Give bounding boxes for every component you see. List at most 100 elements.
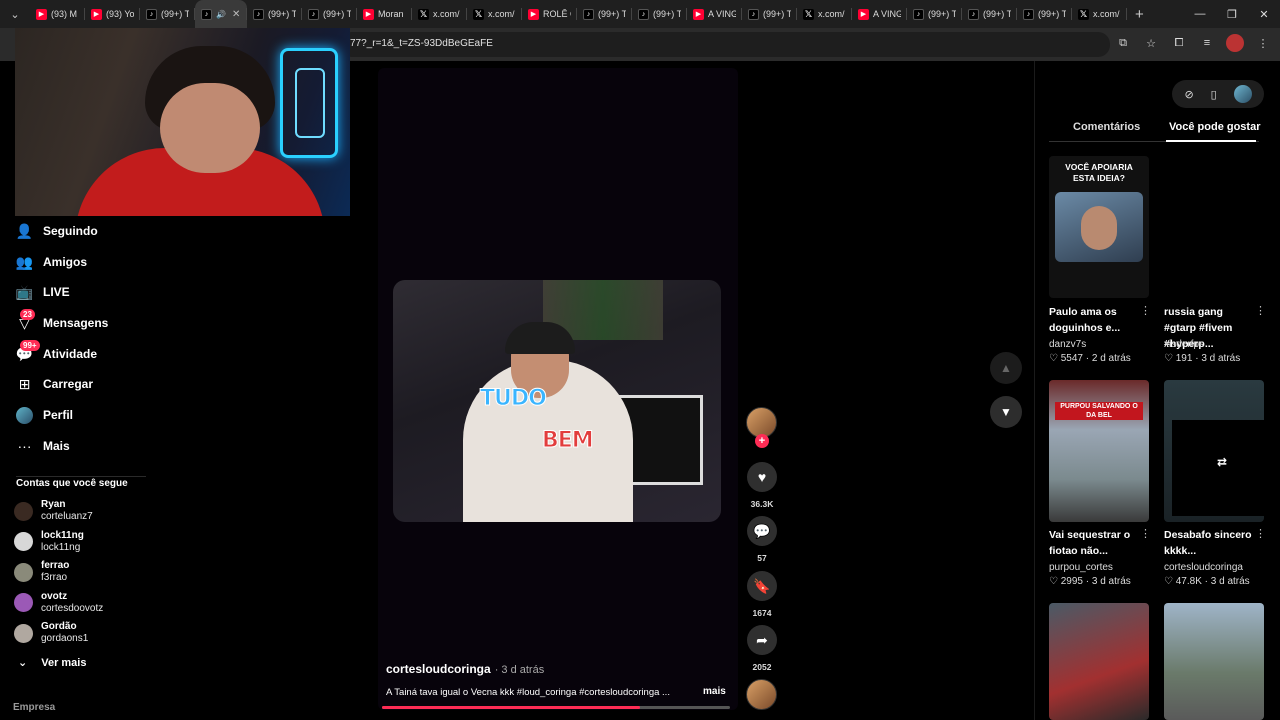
sidebar-item-seguindo[interactable]: 👤 Seguindo <box>16 220 98 242</box>
sidebar-item-atividade[interactable]: 💬 99+ Atividade <box>16 339 97 365</box>
next-video-chevron-down-icon[interactable]: ▼ <box>990 396 1022 428</box>
phone-icon[interactable]: ▯ <box>1211 88 1217 101</box>
sidebar-item-mais[interactable]: ··· Mais <box>16 435 70 457</box>
tab-recommended[interactable]: Você pode gostar <box>1169 121 1260 133</box>
comment-icon[interactable]: 💬 <box>747 516 777 546</box>
recommended-title[interactable]: Vai sequestrar o fiotao não... <box>1049 527 1139 559</box>
tiktok-favicon-icon: ♪ <box>253 8 264 20</box>
recommended-thumbnail[interactable] <box>1164 603 1264 720</box>
sidebar-item-live[interactable]: 📺 LIVE <box>16 281 70 303</box>
profile-avatar-icon[interactable] <box>1226 34 1244 52</box>
youtube-favicon-icon: ▶ <box>693 8 704 20</box>
sidebar-item-label: Amigos <box>43 255 88 269</box>
following-account[interactable]: lock11ng lock11ng <box>14 530 84 554</box>
following-accounts-title: Contas que você segue <box>16 478 128 489</box>
browser-tab[interactable]: ♪ 🔊 ✕ <box>195 0 247 28</box>
recommended-thumbnail[interactable]: PURPOU SALVANDO O DA BEL <box>1049 380 1149 522</box>
friends-icon: 👥 <box>15 253 34 270</box>
recommended-author[interactable]: xisderfps <box>1164 339 1204 350</box>
tiktok-favicon-icon: ♪ <box>638 8 649 20</box>
recommended-title[interactable]: Desabafo sincero kkkk... <box>1164 527 1254 559</box>
browser-tab[interactable]: ♪ (99+) T <box>302 0 357 28</box>
previous-video-chevron-up-icon[interactable]: ▲ <box>990 352 1022 384</box>
cast-icon[interactable]: ⧉ <box>1114 34 1132 52</box>
browser-tab[interactable]: ♪ (99+) T <box>1017 0 1072 28</box>
following-account[interactable]: ferrao f3rrao <box>14 560 69 584</box>
account-handle: f3rrao <box>41 572 68 583</box>
share-arrow-icon[interactable]: ➦ <box>747 625 777 655</box>
close-tab-icon[interactable]: ✕ <box>232 9 240 20</box>
recommended-thumbnail[interactable] <box>1164 156 1264 298</box>
browser-tab[interactable]: 𝕏x.com/ <box>797 0 852 28</box>
description-more-button[interactable]: mais <box>703 686 726 697</box>
footer-company-link[interactable]: Empresa <box>13 702 55 713</box>
recommended-thumbnail[interactable]: VOCÊ APOIARIA ESTA IDEIA? <box>1049 156 1149 298</box>
x-favicon-icon: 𝕏 <box>1078 8 1089 20</box>
recommended-author[interactable]: cortesloudcoringa <box>1164 562 1243 573</box>
avatar <box>14 501 33 521</box>
item-menu-icon[interactable]: ⋮ <box>1140 527 1151 540</box>
browser-tab[interactable]: ▶ (93) M <box>30 0 85 28</box>
tab-comments[interactable]: Comentários <box>1073 121 1140 133</box>
bookmark-icon[interactable]: 🔖 <box>747 571 777 601</box>
sidebar-item-amigos[interactable]: 👥 Amigos <box>16 251 87 273</box>
browser-tab[interactable]: ▶ (93) Yo <box>85 0 140 28</box>
video-author-name[interactable]: cortesloudcoringa <box>386 662 491 676</box>
extensions-icon[interactable]: ⧠ <box>1170 34 1188 52</box>
tab-title: Moran <box>378 9 404 19</box>
user-avatar[interactable] <box>1233 85 1252 103</box>
sidebar-item-mensagens[interactable]: ▽ 23 Mensagens <box>16 308 108 334</box>
like-count: 36.3K <box>750 499 774 509</box>
video-time: · 3 d atrás <box>494 664 545 676</box>
media-controls-icon[interactable]: ≡ <box>1198 34 1216 52</box>
video-frame[interactable]: TUDO BEM <box>393 280 721 522</box>
browser-tab[interactable]: 𝕏x.com/ <box>412 0 467 28</box>
browser-tab[interactable]: 𝕏x.com/ <box>467 0 522 28</box>
browser-tab[interactable]: ▶ A VING <box>852 0 907 28</box>
kebab-menu-icon[interactable]: ⋮ <box>1254 34 1272 52</box>
following-account[interactable]: Gordão gordaons1 <box>14 621 88 645</box>
browser-tab[interactable]: ▶ A VING <box>687 0 742 28</box>
following-account[interactable]: Ryan corteluanz7 <box>14 499 93 523</box>
like-heart-icon[interactable]: ♥ <box>747 462 777 492</box>
audio-playing-icon[interactable]: 🔊 <box>216 10 226 19</box>
restore-icon[interactable]: ❐ <box>1216 0 1248 28</box>
browser-tab[interactable]: ♪ (99+) T <box>140 0 195 28</box>
browser-tab[interactable]: ♪ (99+) T <box>907 0 962 28</box>
following-account[interactable]: ovotz cortesdoovotz <box>14 591 103 615</box>
browser-tab-strip: ⌄ ▶ (93) M ▶ (93) Yo ♪ (99+) T ♪ 🔊 ✕ ♪ (99+) T ♪ (99… <box>0 0 1280 28</box>
follow-plus-icon[interactable]: + <box>755 434 769 448</box>
next-creator-avatar[interactable] <box>746 679 777 710</box>
address-url[interactable]: 77?_r=1&_t=ZS-93DdBeGEaFE <box>350 38 493 49</box>
minimize-icon[interactable]: — <box>1184 0 1216 28</box>
video-progress-bar[interactable] <box>382 706 730 709</box>
close-window-icon[interactable]: ✕ <box>1248 0 1280 28</box>
sidebar-item-perfil[interactable]: Perfil <box>16 404 73 426</box>
browser-tab[interactable]: ♪ (99+) T <box>632 0 687 28</box>
recommended-thumbnail[interactable] <box>1049 603 1149 720</box>
avatar <box>14 593 33 612</box>
browser-tab[interactable]: ♪ (99+) T <box>742 0 797 28</box>
item-menu-icon[interactable]: ⋮ <box>1255 527 1266 540</box>
browser-tab[interactable]: ▶ ROLÊ C <box>522 0 577 28</box>
see-more-button[interactable]: ⌄ Ver mais <box>18 656 86 670</box>
tiktok-favicon-icon: ♪ <box>583 8 594 20</box>
browser-tab[interactable]: ♪ (99+) T <box>577 0 632 28</box>
item-menu-icon[interactable]: ⋮ <box>1140 304 1151 317</box>
item-menu-icon[interactable]: ⋮ <box>1255 304 1266 317</box>
new-tab-icon[interactable]: + <box>1135 6 1144 23</box>
browser-tab[interactable]: 𝕏x.com/ <box>1072 0 1127 28</box>
browser-tab[interactable]: ♪ (99+) T <box>247 0 302 28</box>
youtube-favicon-icon: ▶ <box>528 8 539 20</box>
recommended-author[interactable]: purpou_cortes <box>1049 562 1113 573</box>
notification-badge: 99+ <box>20 339 40 351</box>
bookmark-star-icon[interactable]: ☆ <box>1142 34 1160 52</box>
browser-tab[interactable]: ▶ Moran <box>357 0 412 28</box>
sidebar-item-carregar[interactable]: ⊞ Carregar <box>16 373 93 395</box>
tab-title: (99+) T <box>161 9 189 19</box>
recommended-author[interactable]: danzv7s <box>1049 339 1086 350</box>
compass-icon[interactable]: ⊘ <box>1184 88 1193 101</box>
tab-search-chevron-icon[interactable]: ⌄ <box>4 3 26 25</box>
recommended-title[interactable]: Paulo ama os doguinhos e... <box>1049 304 1139 336</box>
browser-tab[interactable]: ♪ (99+) T <box>962 0 1017 28</box>
